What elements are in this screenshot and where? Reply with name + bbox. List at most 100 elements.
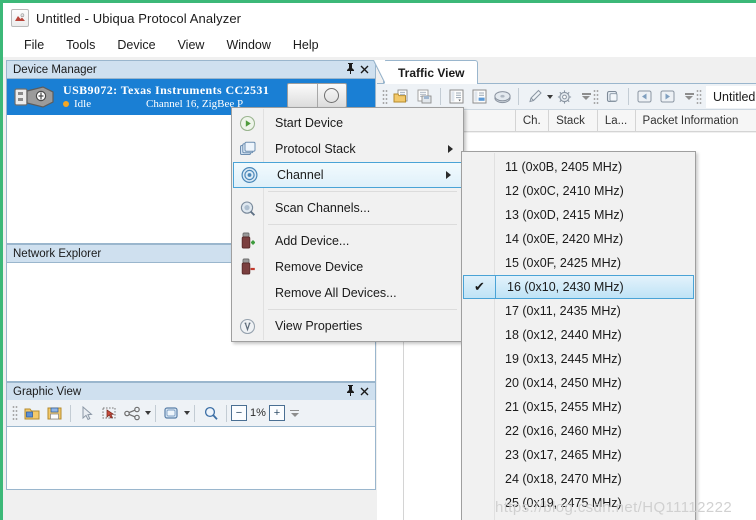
pin-icon[interactable] [343,384,357,399]
toolbar-separator [628,88,629,105]
device-details: Channel 16, ZigBee P [146,98,244,110]
channel-label: 17 (0x11, 2435 MHz) [505,304,621,318]
channel-item-20[interactable]: 20 (0x14, 2450 MHz) [462,371,695,395]
toolbar-grip[interactable] [593,88,599,105]
context-menu-item-start-device[interactable]: Start Device [232,110,463,136]
channel-icon [234,166,265,184]
open-capture-icon[interactable] [391,86,412,107]
menu-file[interactable]: File [13,35,55,55]
channel-item-16[interactable]: ✔ 16 (0x10, 2430 MHz) [463,275,694,299]
device-manager-header: Device Manager [6,60,376,78]
open-graphic-icon[interactable] [21,403,42,424]
channel-item-21[interactable]: 21 (0x15, 2455 MHz) [462,395,695,419]
channel-label: 11 (0x0B, 2405 MHz) [505,160,623,174]
context-menu-item-remove-all-devices[interactable]: Remove All Devices... [232,280,463,306]
zoom-search-icon[interactable] [200,403,221,424]
submenu-arrow-icon [448,145,453,153]
toolbar-grip[interactable] [12,405,18,421]
packet-detail-icon[interactable] [469,86,490,107]
usb-remove-icon [232,258,263,276]
channel-item-12[interactable]: 12 (0x0C, 2410 MHz) [462,179,695,203]
zoom-out-button[interactable]: − [231,405,247,421]
column-stack[interactable]: Stack [549,110,598,131]
toolbar-separator [70,404,71,422]
toolbar-overflow-icon[interactable] [581,93,591,100]
toolbar-overflow-icon[interactable] [290,409,300,417]
usb-device-icon [13,83,57,111]
channel-item-15[interactable]: 15 (0x0F, 2425 MHz) [462,251,695,275]
zoom-in-button[interactable]: + [268,405,285,421]
toggle-left-half[interactable] [288,84,317,107]
channel-label: 21 (0x15, 2455 MHz) [505,400,622,414]
channel-item-22[interactable]: 22 (0x16, 2460 MHz) [462,419,695,443]
context-menu-label: Remove All Devices... [275,286,397,300]
channel-item-18[interactable]: 18 (0x12, 2440 MHz) [462,323,695,347]
capture-name-field[interactable]: Untitled [706,85,756,108]
play-icon [232,115,263,132]
channel-label: 23 (0x17, 2465 MHz) [505,448,622,462]
channel-item-13[interactable]: 13 (0x0D, 2415 MHz) [462,203,695,227]
navigate-forward-icon[interactable] [657,86,678,107]
context-menu-item-add-device[interactable]: Add Device... [232,228,463,254]
device-status: Idle [74,98,92,110]
channel-label: 19 (0x13, 2445 MHz) [505,352,622,366]
packet-list-icon[interactable] [446,86,467,107]
usb-add-icon [232,232,263,250]
clear-broom-icon[interactable] [524,86,545,107]
channel-item-19[interactable]: 19 (0x13, 2445 MHz) [462,347,695,371]
device-context-menu: Start Device Protocol Stack Channel Scan… [231,107,464,342]
layers-icon[interactable] [161,403,182,424]
stack-icon [232,141,263,158]
menu-view[interactable]: View [167,35,216,55]
menu-bar: File Tools Device View Window Help [3,33,756,57]
context-menu-item-remove-device[interactable]: Remove Device [232,254,463,280]
pin-icon[interactable] [343,62,357,77]
context-menu-item-channel[interactable]: Channel [233,162,462,188]
toolbar-grip[interactable] [696,88,702,105]
save-capture-icon[interactable] [414,86,435,107]
channel-item-23[interactable]: 23 (0x17, 2465 MHz) [462,443,695,467]
toolbar-grip[interactable] [382,88,388,105]
context-menu-item-protocol-stack[interactable]: Protocol Stack [232,136,463,162]
context-menu-separator [268,191,457,192]
close-icon[interactable] [357,385,371,399]
select-pointer-icon[interactable] [76,403,97,424]
channel-label: 22 (0x16, 2460 MHz) [505,424,622,438]
menu-device[interactable]: Device [106,35,166,55]
column-packet-information[interactable]: Packet Information [636,110,756,131]
context-menu-separator [268,309,457,310]
node-graph-icon[interactable] [122,403,143,424]
graphic-view-title: Graphic View [13,385,82,398]
context-menu-item-view-properties[interactable]: View Properties [232,313,463,339]
circle-icon [324,88,340,103]
device-power-toggle[interactable] [287,83,347,108]
toolbar-overflow-icon[interactable] [684,93,694,100]
marquee-select-icon[interactable] [99,403,120,424]
copy-icon[interactable] [602,86,623,107]
watermark-text: https://blog.csdn.net/HQ11112222 [495,499,733,516]
channel-label: 14 (0x0E, 2420 MHz) [505,232,624,246]
close-icon[interactable] [357,63,371,77]
channel-item-11[interactable]: 11 (0x0B, 2405 MHz) [462,155,695,179]
column-layer[interactable]: La... [598,110,636,131]
chevron-down-icon[interactable] [145,411,151,415]
channel-item-14[interactable]: 14 (0x0E, 2420 MHz) [462,227,695,251]
chevron-down-icon[interactable] [184,411,190,415]
menu-help[interactable]: Help [282,35,330,55]
navigate-back-icon[interactable] [634,86,655,107]
toolbar-separator [194,404,195,422]
chevron-down-icon[interactable] [547,94,553,99]
menu-tools[interactable]: Tools [55,35,106,55]
application-window: Untitled - Ubiqua Protocol Analyzer File… [0,0,756,520]
channel-item-24[interactable]: 24 (0x18, 2470 MHz) [462,467,695,491]
tab-traffic-view[interactable]: Traffic View [372,60,479,84]
channel-item-17[interactable]: 17 (0x11, 2435 MHz) [462,299,695,323]
window-title: Untitled - Ubiqua Protocol Analyzer [36,10,242,26]
column-channel[interactable]: Ch. [516,110,550,131]
save-graphic-icon[interactable] [44,403,65,424]
menu-window[interactable]: Window [215,35,281,55]
toggle-right-half[interactable] [318,84,347,107]
capture-disc-icon[interactable] [492,86,513,107]
settings-gear-icon[interactable] [554,86,575,107]
context-menu-item-scan-channels[interactable]: Scan Channels... [232,195,463,221]
